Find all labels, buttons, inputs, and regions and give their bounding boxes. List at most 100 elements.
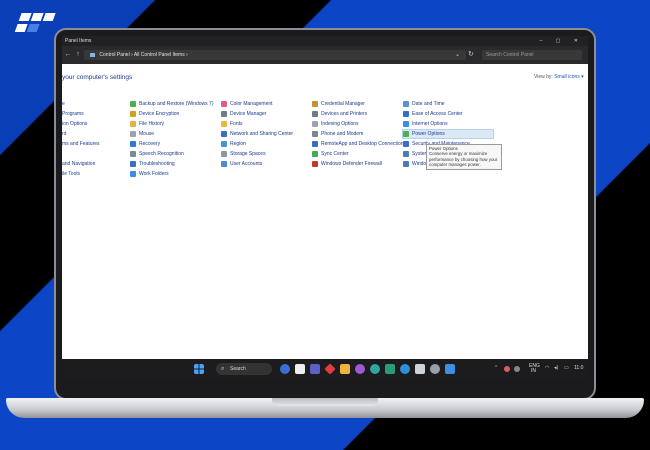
color-icon bbox=[221, 100, 227, 107]
folder-icon bbox=[90, 52, 95, 57]
cp-item-windows[interactable]: Windo bbox=[403, 160, 426, 168]
cp-item-internet-options[interactable]: Internet Options bbox=[403, 120, 448, 128]
cp-item-phone-modem[interactable]: Phone and Modem bbox=[312, 130, 363, 138]
cp-item-system[interactable]: System bbox=[403, 150, 429, 158]
key-icon bbox=[130, 110, 136, 117]
vault-icon bbox=[312, 100, 318, 107]
search-icon: ⌕ bbox=[221, 366, 225, 372]
app-purple-icon[interactable] bbox=[355, 364, 365, 374]
cp-item-ease-of-access[interactable]: Ease of Access Center bbox=[403, 110, 463, 118]
cp-item-network[interactable]: Network and Sharing Center bbox=[221, 130, 293, 138]
app-grey-icon[interactable] bbox=[415, 364, 425, 374]
app-red-icon[interactable] bbox=[324, 363, 336, 375]
app-teal-icon[interactable] bbox=[385, 364, 395, 374]
cp-item-recovery[interactable]: Recovery bbox=[130, 140, 160, 148]
tray-app-icon[interactable] bbox=[504, 366, 510, 372]
breadcrumb-control-panel[interactable]: Control Panel bbox=[99, 52, 129, 58]
phone-icon bbox=[312, 130, 318, 137]
battery-icon[interactable]: ▭ bbox=[564, 366, 569, 371]
folder-clock-icon bbox=[130, 120, 136, 127]
cp-item-region[interactable]: Region bbox=[221, 140, 246, 148]
file-explorer-icon[interactable] bbox=[340, 364, 350, 374]
language-indicator[interactable]: ENG IN bbox=[529, 364, 540, 374]
cp-item[interactable]: and Navigation bbox=[62, 160, 95, 168]
mouse-icon bbox=[130, 130, 136, 137]
network-icon bbox=[221, 130, 227, 137]
cp-item-color-management[interactable]: Color Management bbox=[221, 100, 273, 108]
windows-icon bbox=[403, 160, 409, 167]
tray-app2-icon[interactable] bbox=[514, 366, 520, 372]
view-by[interactable]: View by: Small icons ▾ bbox=[534, 74, 584, 80]
tray-chevron-icon[interactable]: ⌃ bbox=[494, 366, 498, 371]
refresh-icon[interactable]: ↻ bbox=[468, 50, 474, 60]
window-title: Panel Items bbox=[65, 38, 92, 44]
computer-icon bbox=[403, 150, 409, 157]
accessibility-icon bbox=[403, 110, 409, 117]
cp-item-credential[interactable]: Credential Manager bbox=[312, 100, 365, 108]
cp-item-firewall[interactable]: Windows Defender Firewall bbox=[312, 160, 382, 168]
view-by-dropdown-icon[interactable]: ▾ bbox=[581, 74, 584, 80]
printer-icon bbox=[312, 110, 318, 117]
cp-item[interactable]: e bbox=[62, 100, 65, 108]
backup-icon bbox=[130, 100, 136, 107]
storage-icon bbox=[221, 150, 227, 157]
teams-icon[interactable] bbox=[310, 364, 320, 374]
cp-item-remoteapp[interactable]: RemoteApp and Desktop Connections bbox=[312, 140, 406, 148]
control-panel-icon[interactable] bbox=[445, 364, 455, 374]
cp-item-backup[interactable]: Backup and Restore (Windows 7) bbox=[130, 100, 213, 108]
address-dropdown-icon[interactable]: ⌄ bbox=[455, 50, 460, 60]
cp-item-device-manager[interactable]: Device Manager bbox=[221, 110, 266, 118]
start-icon[interactable] bbox=[194, 364, 204, 374]
cp-item-fonts[interactable]: Fonts bbox=[221, 120, 243, 128]
cp-item-device-encryption[interactable]: Device Encryption bbox=[130, 110, 179, 118]
cp-item[interactable]: Programs bbox=[62, 110, 84, 118]
globe-icon bbox=[221, 140, 227, 147]
task-view-icon[interactable] bbox=[295, 364, 305, 374]
clock-icon bbox=[403, 100, 409, 107]
cp-item-date-time[interactable]: Date and Time bbox=[403, 100, 445, 108]
index-icon bbox=[312, 120, 318, 127]
cp-item[interactable]: ile Tools bbox=[62, 170, 80, 178]
navigation-bar: ← ↑ Control Panel › All Control Panel It… bbox=[62, 46, 588, 64]
cp-item-work-folders[interactable]: Work Folders bbox=[130, 170, 169, 178]
microphone-icon bbox=[130, 150, 136, 157]
remote-icon bbox=[312, 140, 318, 147]
cp-item[interactable]: ms and Features bbox=[62, 140, 100, 148]
power-icon bbox=[403, 130, 409, 137]
cp-item-devices-printers[interactable]: Devices and Printers bbox=[312, 110, 367, 118]
volume-icon[interactable]: ◂) bbox=[554, 366, 558, 371]
firewall-icon bbox=[312, 160, 318, 167]
cp-item-troubleshooting[interactable]: Troubleshooting bbox=[130, 160, 175, 168]
tooltip-text: Conserve energy or maximize performance … bbox=[429, 151, 498, 167]
edge-icon[interactable] bbox=[370, 364, 380, 374]
page-heading: your computer's settings bbox=[62, 74, 133, 81]
cp-item-storage[interactable]: Storage Spaces bbox=[221, 150, 266, 158]
settings-gear-icon[interactable] bbox=[430, 364, 440, 374]
cp-item-mouse[interactable]: Mouse bbox=[130, 130, 154, 138]
cp-item-sync-center[interactable]: Sync Center bbox=[312, 150, 349, 158]
power-options-tooltip: Power Options Conserve energy or maximiz… bbox=[426, 144, 502, 170]
cp-item-power-options[interactable]: Power Options bbox=[402, 129, 494, 139]
address-bar[interactable]: Control Panel › All Control Panel Items … bbox=[84, 50, 466, 60]
cp-item-file-history[interactable]: File History bbox=[130, 120, 164, 128]
cp-item-indexing[interactable]: Indexing Options bbox=[312, 120, 359, 128]
clock[interactable]: 11:0 bbox=[574, 366, 583, 371]
up-icon[interactable]: ↑ bbox=[74, 50, 82, 60]
cp-item[interactable]: ion Options bbox=[62, 120, 87, 128]
cp-item-speech[interactable]: Speech Recognition bbox=[130, 150, 184, 158]
search-input[interactable]: Search Control Panel bbox=[482, 50, 582, 60]
wrench-icon bbox=[130, 160, 136, 167]
app-blue-icon[interactable] bbox=[400, 364, 410, 374]
breadcrumb-all-items[interactable]: All Control Panel Items bbox=[134, 52, 185, 58]
back-icon[interactable]: ← bbox=[64, 50, 72, 60]
view-by-value[interactable]: Small icons bbox=[554, 74, 580, 80]
wifi-icon[interactable]: ◠ bbox=[545, 366, 549, 371]
taskbar: ⌕ Search ⌃ ENG IN ◠ ◂) ▭ 11:0 bbox=[62, 359, 588, 380]
window-controls[interactable]: – ▢ ✕ bbox=[540, 36, 584, 46]
sync-icon bbox=[312, 150, 318, 157]
cp-item[interactable]: rd bbox=[62, 130, 66, 138]
taskbar-search[interactable]: ⌕ Search bbox=[216, 363, 272, 375]
copilot-icon[interactable] bbox=[280, 364, 290, 374]
cp-item-user-accounts[interactable]: User Accounts bbox=[221, 160, 262, 168]
laptop-screen: Panel Items – ▢ ✕ ← ↑ Control Panel › Al… bbox=[62, 36, 588, 380]
